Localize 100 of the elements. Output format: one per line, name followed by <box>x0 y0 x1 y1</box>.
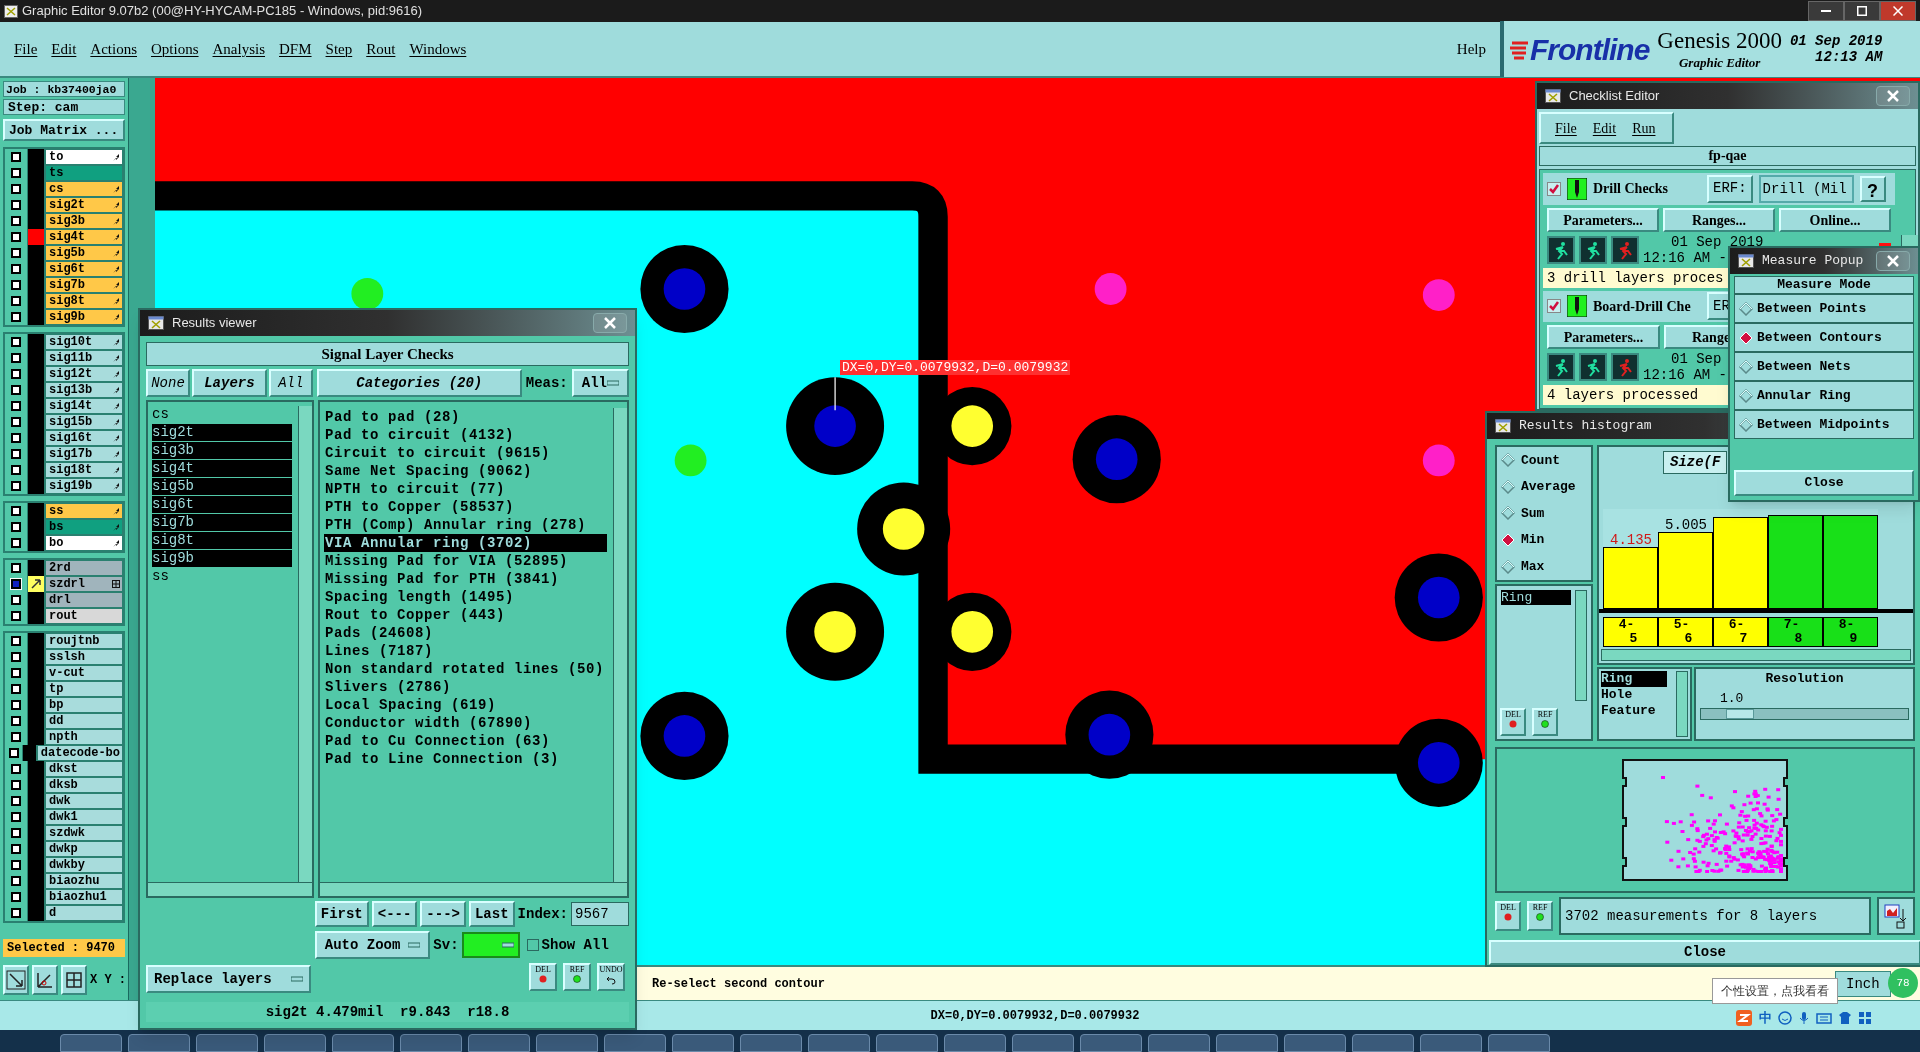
ref-button[interactable]: REF <box>563 963 591 991</box>
layer-display-swatch[interactable] <box>28 592 44 608</box>
layer-row[interactable]: sig9b <box>45 309 123 325</box>
layer-display-swatch[interactable] <box>28 309 44 325</box>
layer-display-swatch[interactable] <box>28 213 44 229</box>
layer-checkbox[interactable] <box>11 248 21 258</box>
taskbar-button[interactable] <box>1284 1034 1346 1052</box>
taskbar-button[interactable] <box>468 1034 530 1052</box>
layer-list-item[interactable]: sig3b <box>152 442 292 459</box>
layer-checkbox[interactable] <box>11 385 21 395</box>
taskbar-button[interactable] <box>128 1034 190 1052</box>
layer-row[interactable]: sig7b <box>45 277 123 293</box>
tool-button[interactable] <box>3 965 29 995</box>
category-item[interactable]: Same Net Spacing (9062) <box>324 462 613 480</box>
layer-row[interactable]: biaozhu1 <box>45 889 123 905</box>
close-button[interactable] <box>1876 251 1910 271</box>
menu-item[interactable]: Edit <box>51 37 77 61</box>
tool-button[interactable] <box>61 965 87 995</box>
close-button[interactable] <box>1876 86 1910 106</box>
taskbar-button[interactable] <box>1148 1034 1210 1052</box>
check-button[interactable]: Ranges... <box>1663 207 1775 232</box>
menu-item[interactable]: Step <box>325 37 353 61</box>
tool-button[interactable] <box>32 965 58 995</box>
category-item[interactable]: Pad to pad (28) <box>324 408 613 426</box>
taskbar-button[interactable] <box>808 1034 870 1052</box>
filter-button[interactable]: Layers <box>192 369 267 397</box>
layer-row[interactable]: sig10t <box>45 334 123 350</box>
category-item[interactable]: Rout to Copper (443) <box>324 606 613 624</box>
nav-button[interactable]: ---> <box>420 901 466 927</box>
layer-row[interactable]: sig2t <box>45 197 123 213</box>
layer-checkbox[interactable] <box>11 652 21 662</box>
close-button[interactable] <box>1880 1 1916 21</box>
layer-row[interactable]: bs <box>45 519 123 535</box>
taskbar-button[interactable] <box>60 1034 122 1052</box>
erf-field[interactable]: Drill (Mil <box>1758 174 1854 203</box>
layer-row[interactable]: npth <box>45 729 123 745</box>
category-item[interactable]: Pad to Cu Connection (63) <box>324 732 613 750</box>
layer-checkbox[interactable] <box>11 522 21 532</box>
menu-item[interactable]: DFM <box>279 37 312 61</box>
taskbar-button[interactable] <box>1488 1034 1550 1052</box>
layer-checkbox[interactable] <box>11 796 21 806</box>
layer-checkbox[interactable] <box>11 401 21 411</box>
category-item[interactable]: PTH (Comp) Annular ring (278) <box>324 516 613 534</box>
del-button[interactable]: DEL <box>529 963 557 991</box>
layer-checkbox[interactable] <box>11 611 21 621</box>
layer-row[interactable]: sig15b <box>45 414 123 430</box>
layer-row[interactable]: sig18t <box>45 462 123 478</box>
layer-checkbox[interactable] <box>11 538 21 548</box>
layer-row[interactable]: sig13b <box>45 382 123 398</box>
category-item[interactable]: Missing Pad for PTH (3841) <box>324 570 613 588</box>
layer-row[interactable]: roujtnb <box>45 633 123 649</box>
layer-row[interactable]: sig12t <box>45 366 123 382</box>
layer-checkbox[interactable] <box>11 353 21 363</box>
category-item[interactable]: Lines (7187) <box>324 642 613 660</box>
run-button[interactable] <box>1579 353 1607 381</box>
layer-checkbox[interactable] <box>11 200 21 210</box>
layer-checkbox[interactable] <box>11 168 21 178</box>
replace-layers-dropdown[interactable]: Replace layers <box>146 965 311 993</box>
category-item[interactable]: Slivers (2786) <box>324 678 613 696</box>
layer-checkbox[interactable] <box>11 264 21 274</box>
chart-export-button[interactable] <box>1877 897 1915 936</box>
layer-checkbox[interactable] <box>11 280 21 290</box>
layer-display-swatch[interactable] <box>28 334 44 350</box>
layer-row[interactable]: sig6t <box>45 261 123 277</box>
layer-row[interactable]: drl <box>45 592 123 608</box>
layer-list-item[interactable]: sig2t <box>152 424 292 441</box>
layer-row[interactable]: rout <box>45 608 123 624</box>
menu-item[interactable]: File <box>14 37 38 61</box>
show-all-checkbox[interactable] <box>526 939 539 951</box>
layer-row[interactable]: sslsh <box>45 649 123 665</box>
scrollbar[interactable] <box>148 882 312 896</box>
list-item[interactable]: Ring <box>1601 671 1667 687</box>
help-button[interactable]: ? <box>1859 175 1886 202</box>
taskbar-button[interactable] <box>1420 1034 1482 1052</box>
taskbar-button[interactable] <box>740 1034 802 1052</box>
layer-list-item[interactable]: sig9b <box>152 550 292 567</box>
layer-checkbox[interactable] <box>11 449 21 459</box>
category-item[interactable]: Missing Pad for VIA (52895) <box>324 552 613 570</box>
layer-display-swatch[interactable] <box>28 229 44 245</box>
ref-button[interactable]: REF <box>1527 901 1553 932</box>
layer-checkbox[interactable] <box>11 296 21 306</box>
menu-item[interactable]: Edit <box>1592 117 1617 139</box>
layer-checkbox[interactable] <box>11 860 21 870</box>
layer-display-swatch[interactable] <box>28 729 44 745</box>
filter-button[interactable]: None <box>146 369 190 397</box>
layer-row[interactable]: dkst <box>45 761 123 777</box>
layer-checkbox[interactable] <box>11 812 21 822</box>
layer-checkbox[interactable] <box>11 908 21 918</box>
category-item[interactable]: VIA Annular ring (3702) <box>324 534 607 552</box>
undo-button[interactable]: UNDO <box>597 963 625 991</box>
layer-row[interactable]: szdwk <box>45 825 123 841</box>
layer-row[interactable]: biaozhu <box>45 873 123 889</box>
taskbar-button[interactable] <box>672 1034 734 1052</box>
layer-checkbox[interactable] <box>8 748 19 758</box>
run-button[interactable] <box>1579 235 1607 264</box>
nav-button[interactable]: <--- <box>371 901 418 927</box>
layer-row[interactable]: dwk <box>45 793 123 809</box>
zoom-mode-dropdown[interactable]: Auto Zoom <box>314 931 431 959</box>
category-item[interactable]: NPTH to circuit (77) <box>324 480 613 498</box>
mode-option[interactable]: Between Nets <box>1734 352 1914 381</box>
